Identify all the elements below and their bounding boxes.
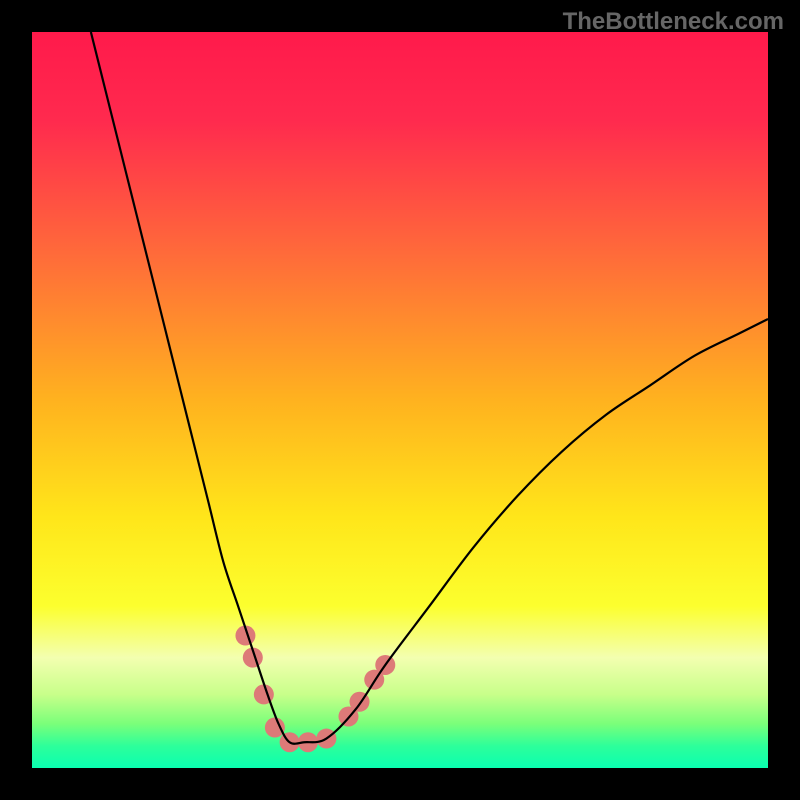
watermark-text: TheBottleneck.com: [563, 8, 784, 36]
chart-curve-layer: [32, 32, 768, 768]
bottleneck-curve: [91, 32, 768, 744]
chart-plot-area: [32, 32, 768, 768]
chart-markers: [235, 626, 395, 753]
chart-marker: [265, 718, 285, 738]
